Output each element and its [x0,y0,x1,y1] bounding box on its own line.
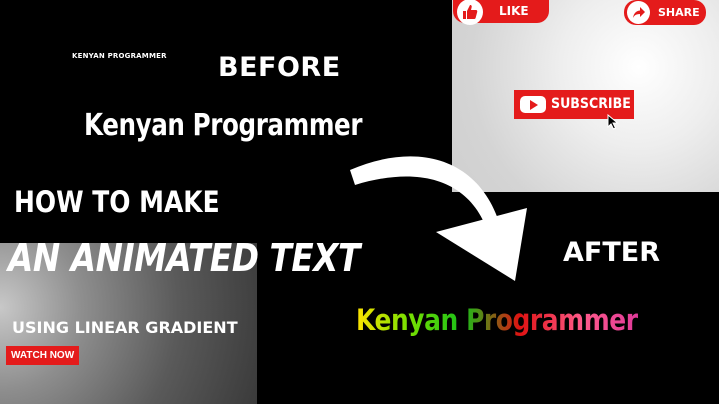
mouse-pointer-icon [607,114,619,130]
youtube-play-icon [520,96,546,113]
share-button[interactable]: SHARE [624,0,706,25]
headline-line-2: AN ANIMATED TEXT [8,236,360,280]
subscribe-label: SUBSCRIBE [551,96,631,112]
thumbs-up-icon [457,0,483,25]
subtitle-label: USING LINEAR GRADIENT [12,318,238,337]
kenyan-programmer-gradient-text: Kenyan Programmer [356,303,638,337]
headline-line-1: HOW TO MAKE [14,185,220,219]
share-arrow-icon [627,1,650,24]
share-label: SHARE [658,6,700,19]
after-label: AFTER [563,237,660,268]
watch-now-button[interactable]: WATCH NOW [6,346,80,365]
like-label: LIKE [499,4,529,18]
like-button[interactable]: LIKE [453,0,549,25]
